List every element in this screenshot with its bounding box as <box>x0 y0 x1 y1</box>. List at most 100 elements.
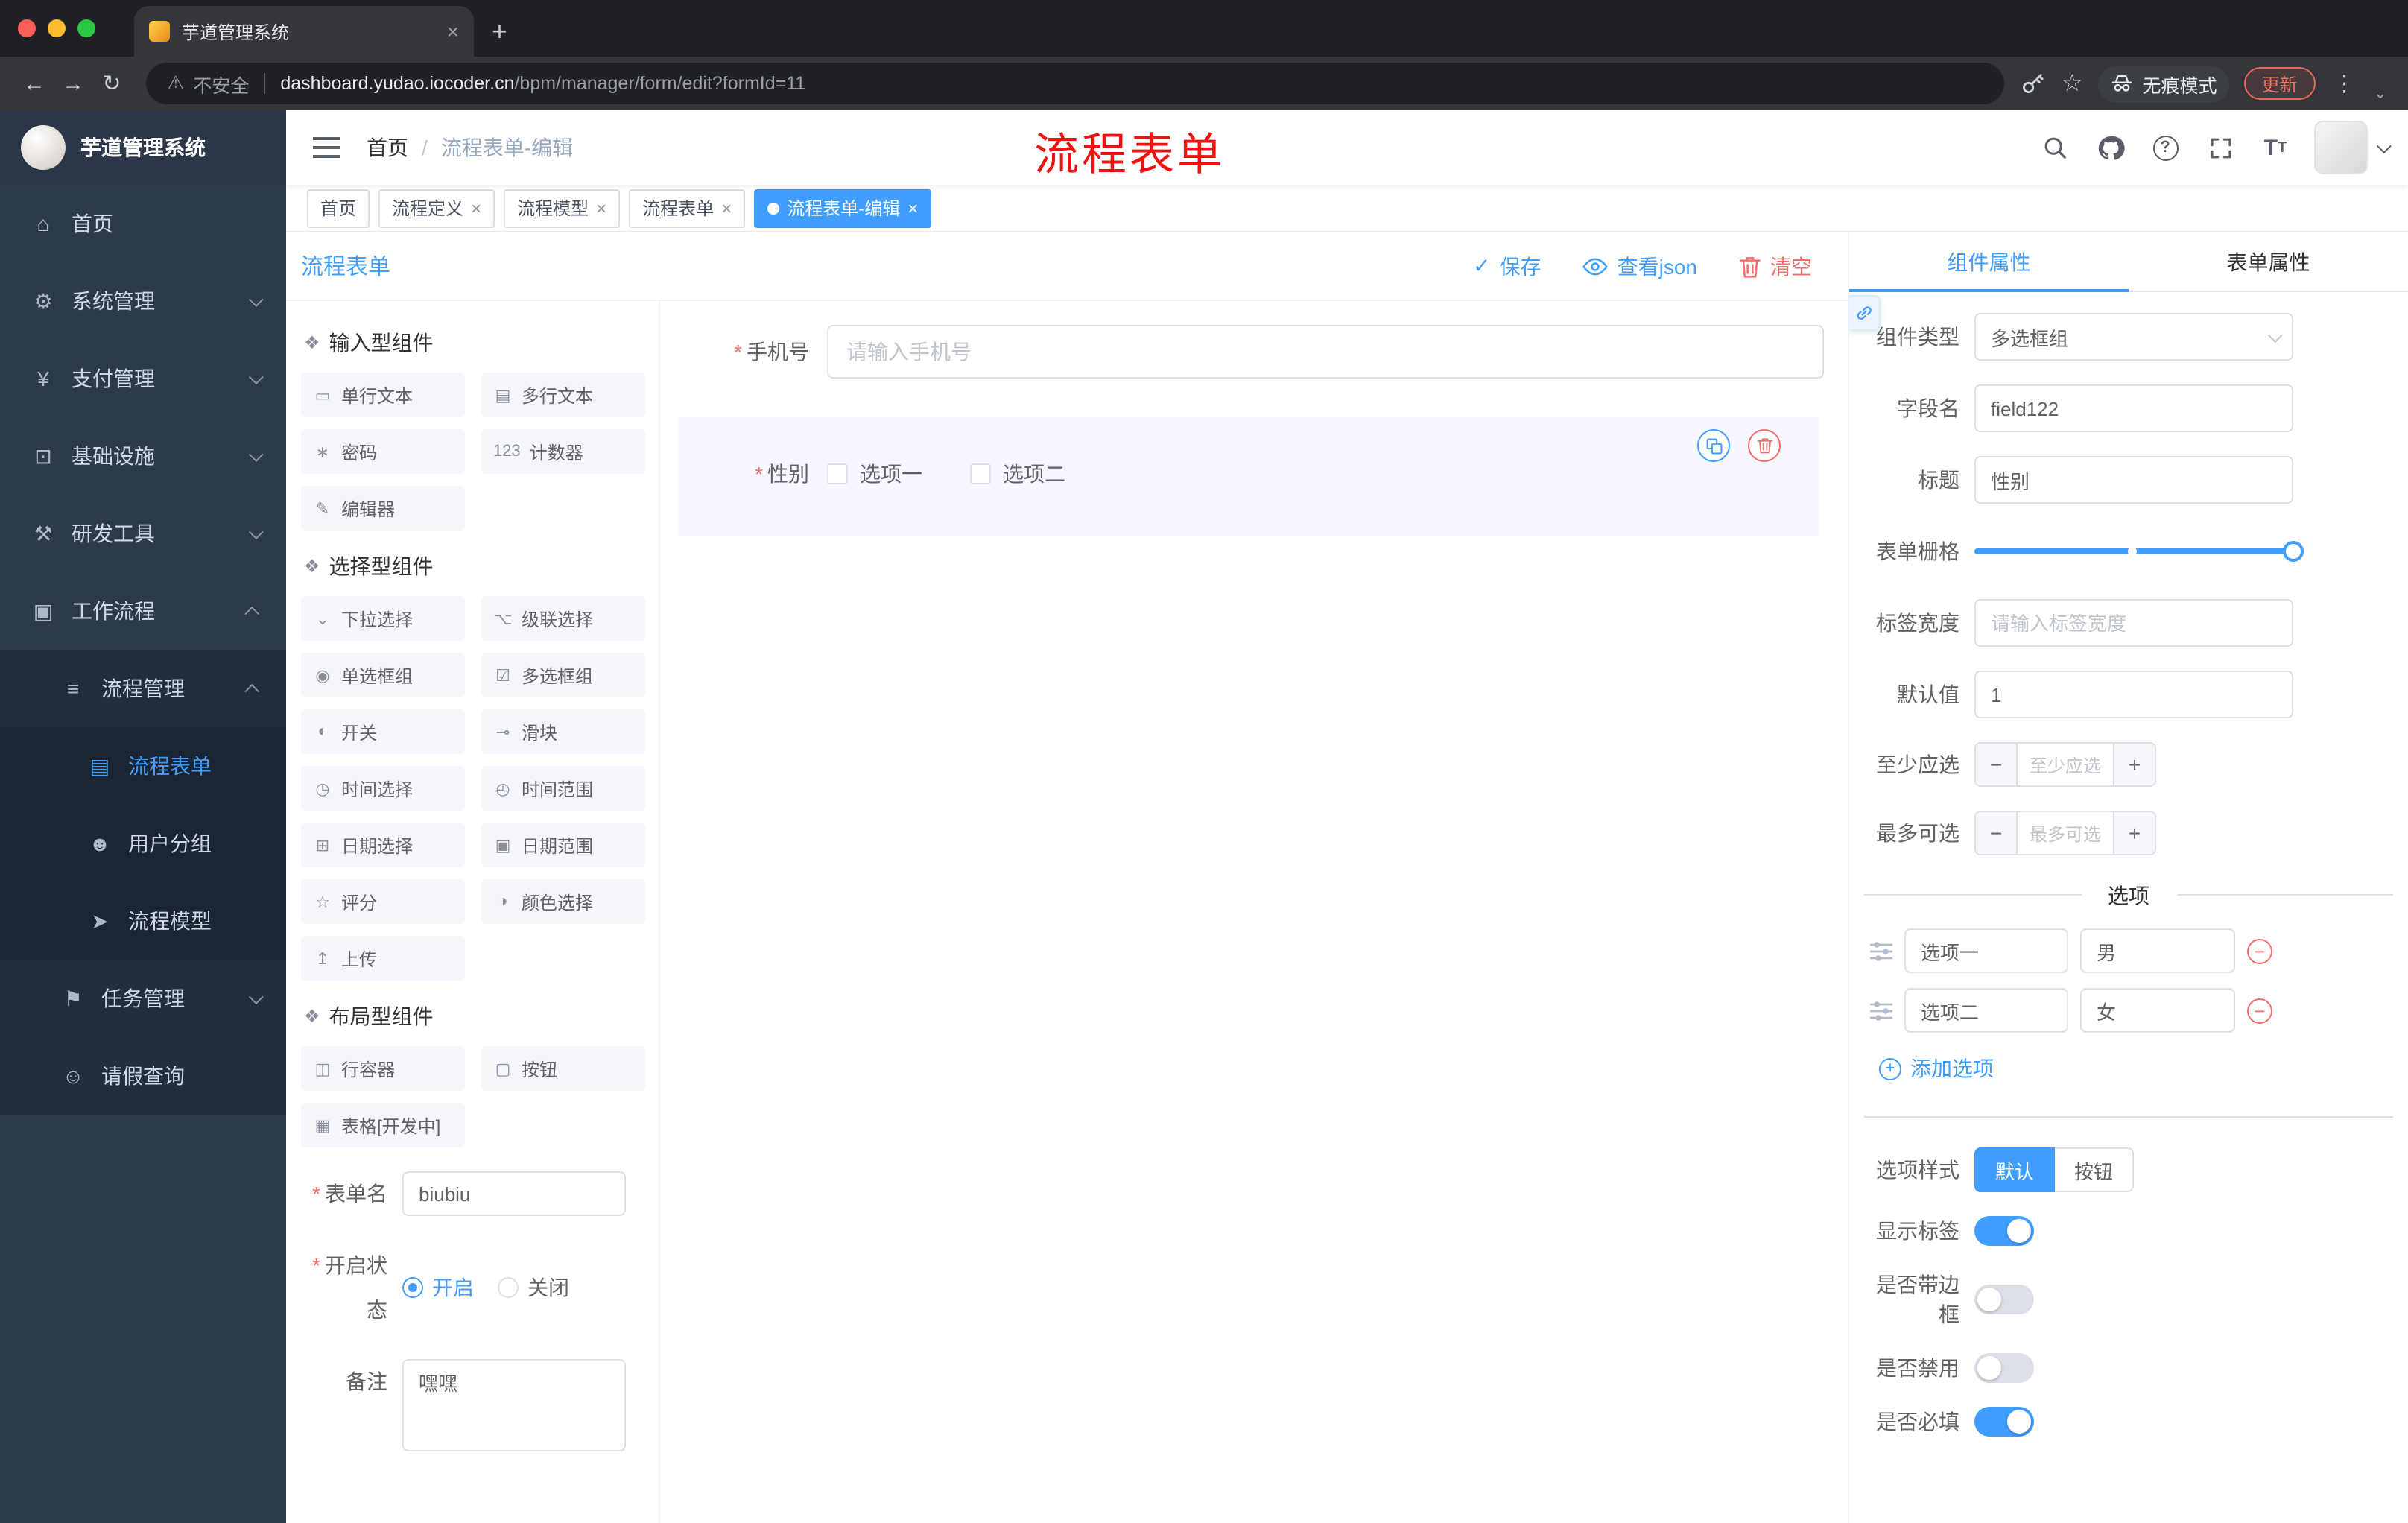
component-type-select[interactable]: 多选框组 <box>1974 313 2293 361</box>
sidebar-item-devtools[interactable]: ⚒ 研发工具 <box>0 495 286 572</box>
sidebar-item-system[interactable]: ⚙ 系统管理 <box>0 262 286 340</box>
decrement-button[interactable]: − <box>1976 744 2018 785</box>
option-drag-icon[interactable] <box>1870 941 1892 960</box>
palette-item[interactable]: ◑ 颜色选择 <box>481 879 645 924</box>
palette-item[interactable]: ↥ 上传 <box>301 936 465 981</box>
sidebar-item-home[interactable]: ⌂ 首页 <box>0 185 286 262</box>
delete-component-button[interactable] <box>1748 429 1781 462</box>
phone-field-row[interactable]: 手机号 <box>660 325 1824 379</box>
remove-option-button[interactable]: − <box>2247 998 2272 1023</box>
option-name-input[interactable] <box>1904 988 2068 1033</box>
sidebar-item-infrastructure[interactable]: ⊡ 基础设施 <box>0 417 286 495</box>
increment-button[interactable]: + <box>2113 744 2155 785</box>
palette-item[interactable]: ☑ 多选框组 <box>481 653 645 697</box>
decrement-button[interactable]: − <box>1976 812 2018 854</box>
help-icon[interactable]: ? <box>2149 131 2182 164</box>
selected-component-gender[interactable]: 性别 选项一 选项二 <box>678 417 1819 536</box>
fullscreen-icon[interactable] <box>2204 131 2237 164</box>
add-option-button[interactable]: + 添加选项 <box>1879 1054 2408 1083</box>
window-minimize-button[interactable] <box>48 19 66 37</box>
option-value-input[interactable] <box>2080 928 2235 973</box>
palette-item[interactable]: ◴ 时间范围 <box>481 766 645 811</box>
checkbox-icon[interactable] <box>827 463 848 484</box>
reload-icon[interactable]: ↻ <box>92 64 131 103</box>
palette-item[interactable]: ◐ 开关 <box>301 709 465 754</box>
forward-icon[interactable]: → <box>54 64 92 103</box>
sidebar-item-leave-query[interactable]: ☺ 请假查询 <box>0 1037 286 1115</box>
user-menu[interactable] <box>2314 121 2392 174</box>
view-json-button[interactable]: 查看json <box>1582 251 1697 281</box>
palette-item[interactable]: ⊞ 日期选择 <box>301 823 465 867</box>
tag-close-icon[interactable]: × <box>596 197 606 218</box>
max-select-value[interactable]: 最多可选 <box>2018 812 2113 854</box>
option-value-input[interactable] <box>2080 988 2235 1033</box>
tag-home[interactable]: 首页 <box>307 189 370 227</box>
palette-item[interactable]: ▢ 按钮 <box>481 1046 645 1091</box>
option-name-input[interactable] <box>1904 928 2068 973</box>
back-icon[interactable]: ← <box>15 64 54 103</box>
palette-item[interactable]: 123 计数器 <box>481 429 645 474</box>
grid-slider[interactable] <box>1974 528 2304 575</box>
palette-item[interactable]: ▤ 多行文本 <box>481 373 645 417</box>
field-name-input[interactable] <box>1974 384 2293 432</box>
address-bar[interactable]: ⚠ 不安全 dashboard.yudao.iocoder.cn /bpm/ma… <box>146 63 2005 104</box>
tag-close-icon[interactable]: × <box>721 197 732 218</box>
window-close-button[interactable] <box>18 19 36 37</box>
toolbar-caret-icon[interactable]: ⌄ <box>2374 83 2387 102</box>
save-button[interactable]: ✓ 保存 <box>1473 251 1541 281</box>
gender-option-1[interactable]: 选项一 <box>827 447 922 501</box>
title-input[interactable] <box>1974 456 2293 504</box>
new-tab-button[interactable]: + <box>474 6 525 57</box>
palette-item[interactable]: ✎ 编辑器 <box>301 486 465 531</box>
gender-option-2[interactable]: 选项二 <box>970 447 1065 501</box>
hamburger-icon[interactable] <box>310 131 343 164</box>
sidebar-item-task-management[interactable]: ⚑ 任务管理 <box>0 960 286 1037</box>
search-icon[interactable] <box>2038 131 2071 164</box>
palette-item[interactable]: ◉ 单选框组 <box>301 653 465 697</box>
border-toggle[interactable] <box>1974 1285 2034 1314</box>
browser-tab[interactable]: 芋道管理系统 × <box>134 6 474 57</box>
show-label-toggle[interactable] <box>1974 1216 2034 1246</box>
palette-item[interactable]: ◫ 行容器 <box>301 1046 465 1091</box>
sidebar-item-payment[interactable]: ¥ 支付管理 <box>0 340 286 417</box>
option-drag-icon[interactable] <box>1870 1001 1892 1020</box>
tag-process-form[interactable]: 流程表单 × <box>629 189 746 227</box>
bookmark-star-icon[interactable]: ☆ <box>2062 69 2083 98</box>
slider-handle[interactable] <box>2283 541 2304 562</box>
form-canvas[interactable]: 手机号 <box>660 301 1848 1523</box>
palette-item[interactable]: ⌥ 级联选择 <box>481 596 645 641</box>
gender-field-row[interactable]: 性别 选项一 选项二 <box>678 447 1819 501</box>
copy-component-button[interactable] <box>1697 429 1730 462</box>
tag-process-definition[interactable]: 流程定义 × <box>378 189 495 227</box>
palette-item[interactable]: ∗ 密码 <box>301 429 465 474</box>
font-size-icon[interactable]: TT <box>2259 131 2292 164</box>
tag-close-icon[interactable]: × <box>907 197 918 218</box>
sidebar-item-process-model[interactable]: ➤ 流程模型 <box>0 882 286 960</box>
tag-process-model[interactable]: 流程模型 × <box>504 189 621 227</box>
palette-item[interactable]: ▣ 日期范围 <box>481 823 645 867</box>
min-select-value[interactable]: 至少应选 <box>2018 744 2113 785</box>
status-radio-off[interactable]: 关闭 <box>498 1243 569 1332</box>
breadcrumb-home[interactable]: 首页 <box>367 133 408 162</box>
remark-textarea[interactable] <box>402 1359 626 1451</box>
phone-input[interactable] <box>827 325 1824 379</box>
remove-option-button[interactable]: − <box>2247 938 2272 963</box>
browser-menu-icon[interactable]: ⋮ <box>2331 70 2359 97</box>
palette-item[interactable]: ▭ 单行文本 <box>301 373 465 417</box>
chrome-update-button[interactable]: 更新 <box>2243 67 2316 100</box>
form-name-input[interactable] <box>402 1171 626 1216</box>
window-zoom-button[interactable] <box>77 19 95 37</box>
palette-item[interactable]: ◷ 时间选择 <box>301 766 465 811</box>
palette-item[interactable]: ▦ 表格[开发中] <box>301 1103 465 1147</box>
link-toggle-button[interactable] <box>1849 295 1881 331</box>
sidebar-item-workflow[interactable]: ▣ 工作流程 <box>0 572 286 650</box>
password-key-icon[interactable] <box>2020 70 2047 97</box>
label-width-input[interactable] <box>1974 599 2293 647</box>
tab-form-props[interactable]: 表单属性 <box>2129 232 2408 291</box>
clear-button[interactable]: 清空 <box>1739 251 1812 281</box>
increment-button[interactable]: + <box>2113 812 2155 854</box>
palette-item[interactable]: ⌄ 下拉选择 <box>301 596 465 641</box>
checkbox-icon[interactable] <box>970 463 991 484</box>
tag-process-form-edit[interactable]: 流程表单-编辑 × <box>754 189 932 227</box>
sidebar-item-process-form[interactable]: ▤ 流程表单 <box>0 727 286 805</box>
